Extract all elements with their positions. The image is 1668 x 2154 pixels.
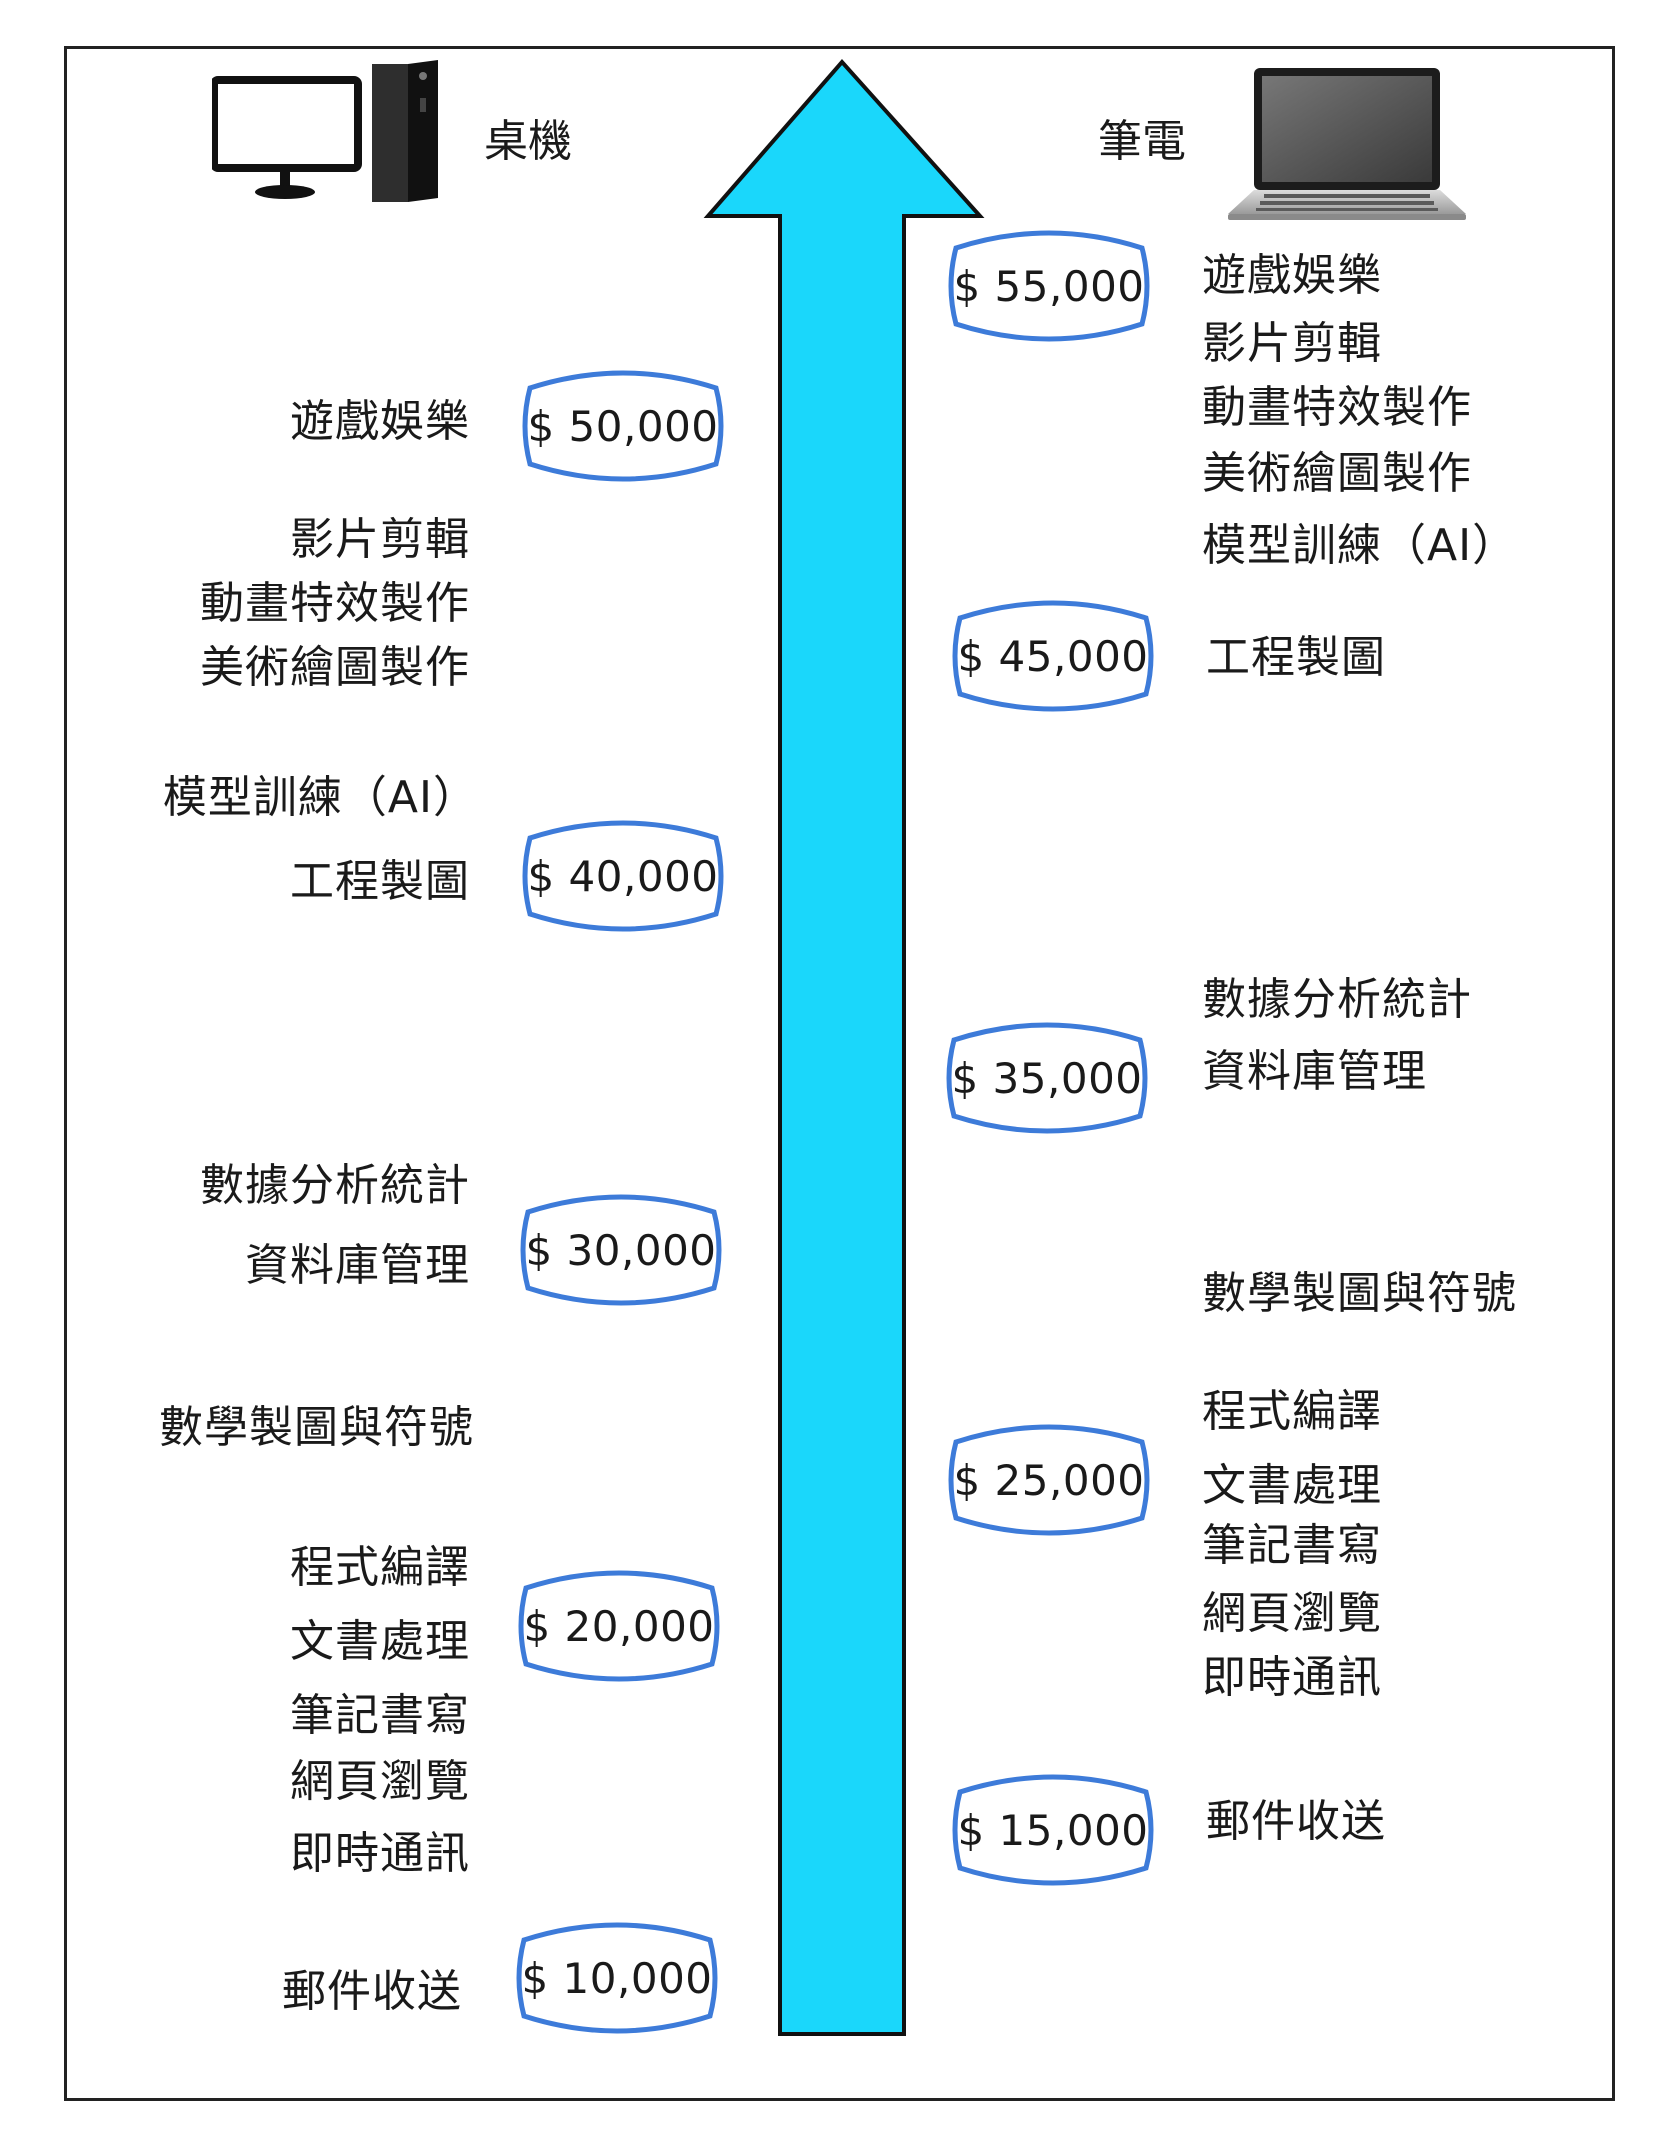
laptop-task-ai-training: 模型訓練（AI） — [1202, 520, 1518, 571]
desktop-task-art-drawing: 美術繪圖製作 — [200, 642, 470, 693]
desktop-task-instant-messaging: 即時通訊 — [290, 1828, 470, 1879]
desktop-task-ai-training: 模型訓練（AI） — [162, 772, 478, 823]
laptop-task-note-taking: 筆記書寫 — [1202, 1520, 1382, 1571]
desktop-price-label: $ 50,000 — [527, 401, 719, 451]
desktop-price-30000: $ 30,000 — [516, 1190, 726, 1310]
desktop-task-web-browsing: 網頁瀏覽 — [290, 1756, 470, 1807]
laptop-price-35000: $ 35,000 — [942, 1018, 1152, 1138]
laptop-header: 筆電 — [1098, 116, 1186, 167]
desktop-task-word-processing: 文書處理 — [290, 1616, 470, 1667]
desktop-price-10000: $ 10,000 — [512, 1918, 722, 2038]
desktop-price-40000: $ 40,000 — [518, 816, 728, 936]
desktop-price-20000: $ 20,000 — [514, 1566, 724, 1686]
desktop-price-label: $ 10,000 — [521, 1953, 713, 2003]
desktop-task-data-analysis: 數據分析統計 — [200, 1160, 470, 1211]
desktop-task-database: 資料庫管理 — [245, 1240, 470, 1291]
laptop-price-label: $ 45,000 — [957, 631, 1149, 681]
laptop-task-database: 資料庫管理 — [1202, 1046, 1427, 1097]
laptop-price-label: $ 15,000 — [957, 1805, 1149, 1855]
laptop-task-email: 郵件收送 — [1206, 1796, 1386, 1847]
desktop-task-animation-vfx: 動畫特效製作 — [200, 578, 470, 629]
desktop-task-gaming: 遊戲娛樂 — [290, 396, 470, 447]
laptop-price-label: $ 35,000 — [951, 1053, 1143, 1103]
desktop-price-50000: $ 50,000 — [518, 366, 728, 486]
laptop-task-instant-messaging: 即時通訊 — [1202, 1652, 1382, 1703]
desktop-task-math-symbols: 數學製圖與符號 — [159, 1402, 474, 1453]
laptop-task-engineering-drawing: 工程製圖 — [1206, 632, 1386, 683]
laptop-task-word-processing: 文書處理 — [1202, 1460, 1382, 1511]
laptop-task-math-symbols: 數學製圖與符號 — [1202, 1268, 1517, 1319]
desktop-task-engineering-drawing: 工程製圖 — [290, 856, 470, 907]
laptop-price-45000: $ 45,000 — [948, 596, 1158, 716]
laptop-price-15000: $ 15,000 — [948, 1770, 1158, 1890]
desktop-task-email: 郵件收送 — [282, 1966, 462, 2017]
desktop-computer-icon — [210, 58, 452, 208]
laptop-price-25000: $ 25,000 — [944, 1420, 1154, 1540]
desktop-task-compiling: 程式編譯 — [290, 1542, 470, 1593]
desktop-price-label: $ 30,000 — [525, 1225, 717, 1275]
desktop-task-video-editing: 影片剪輯 — [290, 514, 470, 565]
laptop-task-animation-vfx: 動畫特效製作 — [1202, 382, 1472, 433]
laptop-task-data-analysis: 數據分析統計 — [1202, 974, 1472, 1025]
desktop-price-label: $ 40,000 — [527, 851, 719, 901]
desktop-price-label: $ 20,000 — [523, 1601, 715, 1651]
laptop-price-label: $ 55,000 — [953, 261, 1145, 311]
laptop-task-video-editing: 影片剪輯 — [1202, 318, 1382, 369]
laptop-icon — [1224, 62, 1468, 228]
laptop-task-web-browsing: 網頁瀏覽 — [1202, 1588, 1382, 1639]
laptop-task-art-drawing: 美術繪圖製作 — [1202, 448, 1472, 499]
desktop-task-note-taking: 筆記書寫 — [290, 1690, 470, 1741]
laptop-price-label: $ 25,000 — [953, 1455, 1145, 1505]
laptop-task-compiling: 程式編譯 — [1202, 1386, 1382, 1437]
laptop-task-gaming: 遊戲娛樂 — [1202, 250, 1382, 301]
desktop-header: 桌機 — [484, 116, 572, 167]
laptop-price-55000: $ 55,000 — [944, 226, 1154, 346]
